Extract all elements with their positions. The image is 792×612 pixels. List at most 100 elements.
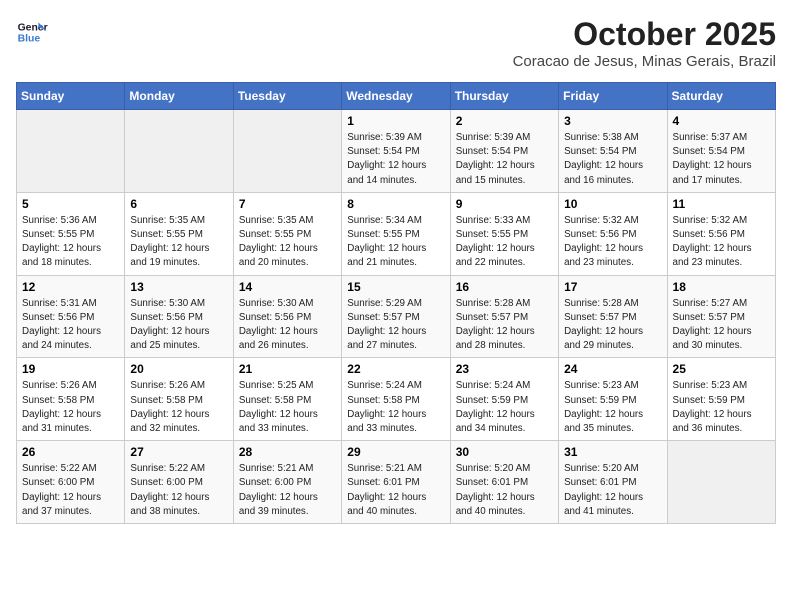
day-info: Sunrise: 5:25 AM Sunset: 5:58 PM Dayligh… (239, 379, 336, 436)
day-info: Sunrise: 5:24 AM Sunset: 5:59 PM Dayligh… (456, 379, 553, 436)
day-info: Sunrise: 5:39 AM Sunset: 5:54 PM Dayligh… (456, 131, 553, 188)
day-number: 4 (673, 114, 770, 128)
day-info: Sunrise: 5:22 AM Sunset: 6:00 PM Dayligh… (130, 462, 227, 519)
day-number: 18 (673, 280, 770, 294)
day-info: Sunrise: 5:21 AM Sunset: 6:00 PM Dayligh… (239, 462, 336, 519)
table-row: 8 Sunrise: 5:34 AM Sunset: 5:55 PM Daylig… (342, 192, 450, 275)
day-number: 8 (347, 197, 444, 211)
day-number: 25 (673, 362, 770, 376)
day-number: 22 (347, 362, 444, 376)
svg-text:Blue: Blue (18, 34, 41, 45)
table-row: 7 Sunrise: 5:35 AM Sunset: 5:55 PM Daylig… (233, 192, 341, 275)
day-info: Sunrise: 5:35 AM Sunset: 5:55 PM Dayligh… (130, 214, 227, 271)
day-number: 28 (239, 445, 336, 459)
day-number: 31 (564, 445, 661, 459)
day-info: Sunrise: 5:35 AM Sunset: 5:55 PM Dayligh… (239, 214, 336, 271)
logo-icon: General Blue (16, 16, 48, 48)
day-info: Sunrise: 5:38 AM Sunset: 5:54 PM Dayligh… (564, 131, 661, 188)
day-info: Sunrise: 5:28 AM Sunset: 5:57 PM Dayligh… (564, 297, 661, 354)
day-info: Sunrise: 5:23 AM Sunset: 5:59 PM Dayligh… (673, 379, 770, 436)
day-info: Sunrise: 5:23 AM Sunset: 5:59 PM Dayligh… (564, 379, 661, 436)
table-row (233, 110, 341, 193)
table-row: 15 Sunrise: 5:29 AM Sunset: 5:57 PM Dayli… (342, 275, 450, 358)
calendar-week-row: 19 Sunrise: 5:26 AM Sunset: 5:58 PM Dayli… (17, 358, 776, 441)
day-info: Sunrise: 5:24 AM Sunset: 5:58 PM Dayligh… (347, 379, 444, 436)
header-thursday: Thursday (450, 83, 558, 110)
title-area: October 2025 Coracao de Jesus, Minas Ger… (513, 16, 776, 70)
header-sunday: Sunday (17, 83, 125, 110)
table-row: 2 Sunrise: 5:39 AM Sunset: 5:54 PM Daylig… (450, 110, 558, 193)
table-row: 5 Sunrise: 5:36 AM Sunset: 5:55 PM Daylig… (17, 192, 125, 275)
table-row: 31 Sunrise: 5:20 AM Sunset: 6:01 PM Dayli… (559, 441, 667, 524)
header-friday: Friday (559, 83, 667, 110)
day-info: Sunrise: 5:21 AM Sunset: 6:01 PM Dayligh… (347, 462, 444, 519)
calendar-week-row: 12 Sunrise: 5:31 AM Sunset: 5:56 PM Dayli… (17, 275, 776, 358)
day-info: Sunrise: 5:32 AM Sunset: 5:56 PM Dayligh… (673, 214, 770, 271)
day-info: Sunrise: 5:34 AM Sunset: 5:55 PM Dayligh… (347, 214, 444, 271)
table-row: 28 Sunrise: 5:21 AM Sunset: 6:00 PM Dayli… (233, 441, 341, 524)
day-info: Sunrise: 5:22 AM Sunset: 6:00 PM Dayligh… (22, 462, 119, 519)
day-number: 27 (130, 445, 227, 459)
day-number: 13 (130, 280, 227, 294)
day-number: 15 (347, 280, 444, 294)
day-number: 6 (130, 197, 227, 211)
day-number: 29 (347, 445, 444, 459)
table-row: 12 Sunrise: 5:31 AM Sunset: 5:56 PM Dayli… (17, 275, 125, 358)
table-row (125, 110, 233, 193)
table-row: 11 Sunrise: 5:32 AM Sunset: 5:56 PM Dayli… (667, 192, 775, 275)
table-row: 27 Sunrise: 5:22 AM Sunset: 6:00 PM Dayli… (125, 441, 233, 524)
table-row: 10 Sunrise: 5:32 AM Sunset: 5:56 PM Dayli… (559, 192, 667, 275)
day-info: Sunrise: 5:30 AM Sunset: 5:56 PM Dayligh… (239, 297, 336, 354)
day-info: Sunrise: 5:32 AM Sunset: 5:56 PM Dayligh… (564, 214, 661, 271)
day-info: Sunrise: 5:36 AM Sunset: 5:55 PM Dayligh… (22, 214, 119, 271)
day-number: 10 (564, 197, 661, 211)
calendar-subtitle: Coracao de Jesus, Minas Gerais, Brazil (513, 53, 776, 70)
day-info: Sunrise: 5:20 AM Sunset: 6:01 PM Dayligh… (456, 462, 553, 519)
table-row: 3 Sunrise: 5:38 AM Sunset: 5:54 PM Daylig… (559, 110, 667, 193)
table-row (17, 110, 125, 193)
table-row: 26Sunrise: 5:22 AM Sunset: 6:00 PM Dayli… (17, 441, 125, 524)
day-info: Sunrise: 5:28 AM Sunset: 5:57 PM Dayligh… (456, 297, 553, 354)
day-number: 2 (456, 114, 553, 128)
day-info: Sunrise: 5:39 AM Sunset: 5:54 PM Dayligh… (347, 131, 444, 188)
header-monday: Monday (125, 83, 233, 110)
weekday-header-row: Sunday Monday Tuesday Wednesday Thursday… (17, 83, 776, 110)
calendar-week-row: 5 Sunrise: 5:36 AM Sunset: 5:55 PM Daylig… (17, 192, 776, 275)
table-row: 16 Sunrise: 5:28 AM Sunset: 5:57 PM Dayli… (450, 275, 558, 358)
day-number: 5 (22, 197, 119, 211)
table-row: 6 Sunrise: 5:35 AM Sunset: 5:55 PM Daylig… (125, 192, 233, 275)
day-info: Sunrise: 5:26 AM Sunset: 5:58 PM Dayligh… (130, 379, 227, 436)
table-row: 23 Sunrise: 5:24 AM Sunset: 5:59 PM Dayli… (450, 358, 558, 441)
calendar-week-row: 26Sunrise: 5:22 AM Sunset: 6:00 PM Dayli… (17, 441, 776, 524)
day-number: 11 (673, 197, 770, 211)
day-info: Sunrise: 5:20 AM Sunset: 6:01 PM Dayligh… (564, 462, 661, 519)
table-row: 18 Sunrise: 5:27 AM Sunset: 5:57 PM Dayli… (667, 275, 775, 358)
table-row: 9Sunrise: 5:33 AM Sunset: 5:55 PM Daylig… (450, 192, 558, 275)
day-number: 3 (564, 114, 661, 128)
day-number: 12 (22, 280, 119, 294)
day-number: 21 (239, 362, 336, 376)
day-number: 24 (564, 362, 661, 376)
table-row: 29 Sunrise: 5:21 AM Sunset: 6:01 PM Dayli… (342, 441, 450, 524)
logo: General Blue (16, 16, 48, 48)
calendar-title: October 2025 (513, 16, 776, 53)
day-info: Sunrise: 5:29 AM Sunset: 5:57 PM Dayligh… (347, 297, 444, 354)
table-row: 20Sunrise: 5:26 AM Sunset: 5:58 PM Dayli… (125, 358, 233, 441)
header-tuesday: Tuesday (233, 83, 341, 110)
day-number: 16 (456, 280, 553, 294)
calendar-table: Sunday Monday Tuesday Wednesday Thursday… (16, 82, 776, 524)
table-row: 13Sunrise: 5:30 AM Sunset: 5:56 PM Dayli… (125, 275, 233, 358)
day-number: 23 (456, 362, 553, 376)
table-row: 1Sunrise: 5:39 AM Sunset: 5:54 PM Daylig… (342, 110, 450, 193)
table-row: 21 Sunrise: 5:25 AM Sunset: 5:58 PM Dayli… (233, 358, 341, 441)
table-row: 25 Sunrise: 5:23 AM Sunset: 5:59 PM Dayli… (667, 358, 775, 441)
day-info: Sunrise: 5:31 AM Sunset: 5:56 PM Dayligh… (22, 297, 119, 354)
day-number: 7 (239, 197, 336, 211)
page-header: General Blue October 2025 Coracao de Jes… (16, 16, 776, 70)
day-info: Sunrise: 5:26 AM Sunset: 5:58 PM Dayligh… (22, 379, 119, 436)
day-info: Sunrise: 5:33 AM Sunset: 5:55 PM Dayligh… (456, 214, 553, 271)
header-wednesday: Wednesday (342, 83, 450, 110)
header-saturday: Saturday (667, 83, 775, 110)
day-info: Sunrise: 5:27 AM Sunset: 5:57 PM Dayligh… (673, 297, 770, 354)
day-number: 19 (22, 362, 119, 376)
